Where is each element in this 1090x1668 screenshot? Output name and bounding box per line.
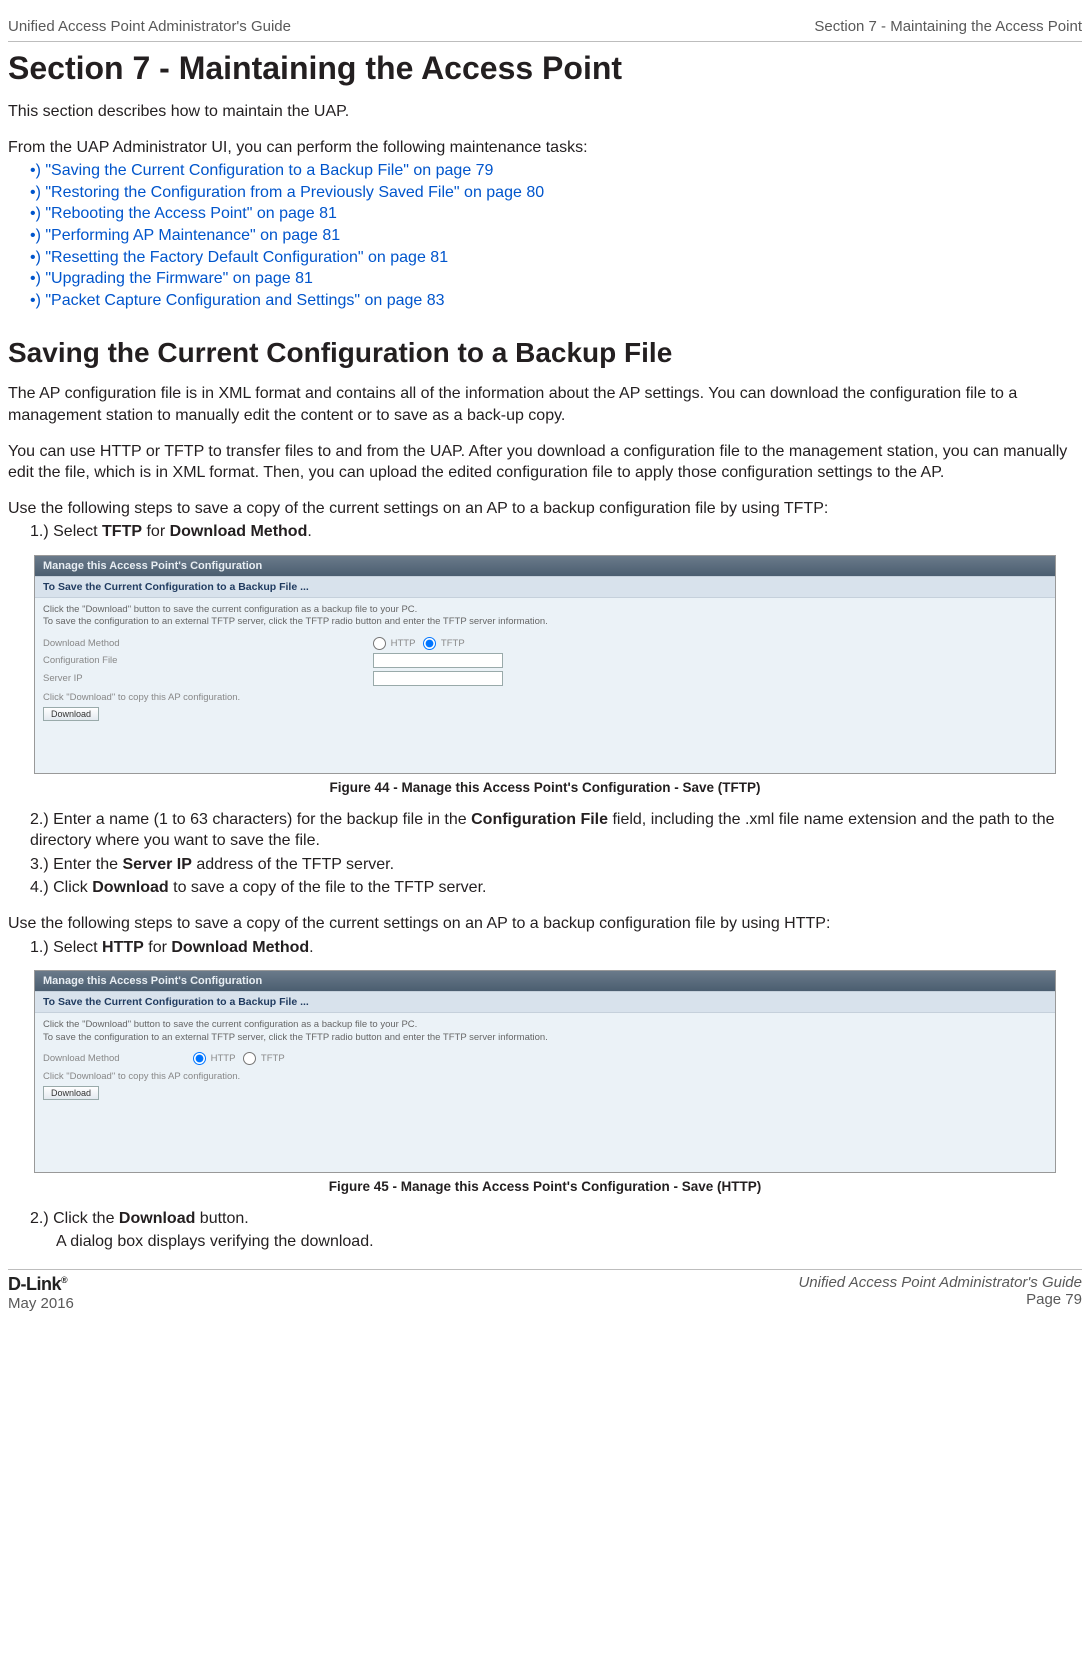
text: address of the TFTP server. <box>192 856 394 873</box>
section-title: Section 7 - Maintaining the Access Point <box>8 50 1082 87</box>
input-server-ip[interactable] <box>373 671 503 686</box>
footer-right: Unified Access Point Administrator's Gui… <box>798 1274 1082 1312</box>
footer-left: D-Link® May 2016 <box>8 1274 74 1312</box>
text: Click the "Download" button to save the … <box>43 1019 417 1030</box>
text: 1.) Select <box>30 939 102 956</box>
radio-tftp[interactable] <box>243 1052 256 1065</box>
figure-45-caption: Figure 45 - Manage this Access Point's C… <box>8 1179 1082 1194</box>
download-button[interactable]: Download <box>43 707 99 721</box>
maintenance-links: "Saving the Current Configuration to a B… <box>8 160 1082 311</box>
link-factory-reset[interactable]: "Resetting the Factory Default Configura… <box>45 249 448 266</box>
radio-http-label[interactable]: HTTP <box>193 1052 235 1065</box>
tftp-step-3: 3.) Enter the Server IP address of the T… <box>8 854 1082 876</box>
header-right: Section 7 - Maintaining the Access Point <box>814 18 1082 35</box>
link-restore-config[interactable]: "Restoring the Configuration from a Prev… <box>45 184 544 201</box>
figure-44-panel: Manage this Access Point's Configuration… <box>34 555 1056 774</box>
intro-1: This section describes how to maintain t… <box>8 101 1082 123</box>
text: 2.) Click the <box>30 1210 119 1227</box>
text: for <box>144 939 172 956</box>
label-download-method: Download Method <box>43 638 373 649</box>
radio-http-label[interactable]: HTTP <box>373 637 415 650</box>
text: for <box>142 523 170 540</box>
link-packet-capture[interactable]: "Packet Capture Configuration and Settin… <box>45 292 444 309</box>
panel-hint: Click the "Download" button to save the … <box>43 604 1047 629</box>
input-config-file[interactable] <box>373 653 503 668</box>
text: TFTP <box>261 1053 285 1064</box>
bold: HTTP <box>102 939 144 956</box>
figure-44-caption: Figure 44 - Manage this Access Point's C… <box>8 780 1082 795</box>
bold: Download <box>92 879 168 896</box>
panel-title: Manage this Access Point's Configuration <box>35 556 1055 576</box>
body-para-1: The AP configuration file is in XML form… <box>8 383 1082 426</box>
link-upgrade-firmware[interactable]: "Upgrading the Firmware" on page 81 <box>45 270 313 287</box>
page-footer: D-Link® May 2016 Unified Access Point Ad… <box>8 1269 1082 1312</box>
text: 2.) Enter a name (1 to 63 characters) fo… <box>30 811 471 828</box>
row-download-method: Download Method HTTP TFTP <box>43 637 1047 650</box>
text: . <box>309 939 313 956</box>
tftp-step-1: 1.) Select TFTP for Download Method. <box>8 521 1082 543</box>
panel-hint: Click the "Download" button to save the … <box>43 1019 1047 1044</box>
download-note: Click "Download" to copy this AP configu… <box>43 1071 1047 1082</box>
intro-2: From the UAP Administrator UI, you can p… <box>8 137 1082 159</box>
text: TFTP <box>441 638 465 649</box>
bold: TFTP <box>102 523 142 540</box>
row-config-file: Configuration File <box>43 653 1047 668</box>
tftp-step-2: 2.) Enter a name (1 to 63 characters) fo… <box>8 809 1082 852</box>
subsection-title: Saving the Current Configuration to a Ba… <box>8 337 1082 369</box>
body-para-3: Use the following steps to save a copy o… <box>8 498 1082 520</box>
bold: Configuration File <box>471 811 608 828</box>
link-ap-maintenance[interactable]: "Performing AP Maintenance" on page 81 <box>45 227 340 244</box>
tftp-step-4: 4.) Click Download to save a copy of the… <box>8 877 1082 899</box>
footer-guide-title: Unified Access Point Administrator's Gui… <box>798 1274 1082 1291</box>
text: To save the configuration to an external… <box>43 1032 548 1043</box>
radio-tftp-label[interactable]: TFTP <box>423 637 464 650</box>
brand-logo: D-Link® <box>8 1274 67 1294</box>
label-server-ip: Server IP <box>43 673 373 684</box>
download-button[interactable]: Download <box>43 1086 99 1100</box>
http-step-2-sub: A dialog box displays verifying the down… <box>8 1231 1082 1253</box>
text: to save a copy of the file to the TFTP s… <box>169 879 487 896</box>
footer-page-number: Page 79 <box>1026 1291 1082 1308</box>
footer-date: May 2016 <box>8 1295 74 1312</box>
header-left: Unified Access Point Administrator's Gui… <box>8 18 291 35</box>
text: button. <box>195 1210 248 1227</box>
radio-http[interactable] <box>373 637 386 650</box>
label-download-method: Download Method <box>43 1053 193 1064</box>
text: 4.) Click <box>30 879 92 896</box>
page-header: Unified Access Point Administrator's Gui… <box>8 18 1082 42</box>
download-note: Click "Download" to copy this AP configu… <box>43 692 1047 703</box>
label-config-file: Configuration File <box>43 655 373 666</box>
http-step-2: 2.) Click the Download button. <box>8 1208 1082 1230</box>
radio-tftp-label[interactable]: TFTP <box>243 1052 284 1065</box>
bold: Download Method <box>171 939 309 956</box>
row-server-ip: Server IP <box>43 671 1047 686</box>
text: HTTP <box>211 1053 236 1064</box>
bold: Download Method <box>170 523 308 540</box>
figure-45-panel: Manage this Access Point's Configuration… <box>34 970 1056 1173</box>
bold: Download <box>119 1210 195 1227</box>
bold: Server IP <box>123 856 192 873</box>
radio-http[interactable] <box>193 1052 206 1065</box>
text: . <box>307 523 311 540</box>
http-step-1: 1.) Select HTTP for Download Method. <box>8 937 1082 959</box>
link-save-config[interactable]: "Saving the Current Configuration to a B… <box>45 162 493 179</box>
text: Click the "Download" button to save the … <box>43 604 417 615</box>
link-reboot[interactable]: "Rebooting the Access Point" on page 81 <box>45 205 337 222</box>
row-download-method: Download Method HTTP TFTP <box>43 1052 1047 1065</box>
body-para-2: You can use HTTP or TFTP to transfer fil… <box>8 441 1082 484</box>
panel-sub: To Save the Current Configuration to a B… <box>35 991 1055 1013</box>
radio-tftp[interactable] <box>423 637 436 650</box>
panel-title: Manage this Access Point's Configuration <box>35 971 1055 991</box>
panel-sub: To Save the Current Configuration to a B… <box>35 576 1055 598</box>
text: To save the configuration to an external… <box>43 616 548 627</box>
text: 3.) Enter the <box>30 856 123 873</box>
text: 1.) Select <box>30 523 102 540</box>
text: HTTP <box>391 638 416 649</box>
body-para-4: Use the following steps to save a copy o… <box>8 913 1082 935</box>
